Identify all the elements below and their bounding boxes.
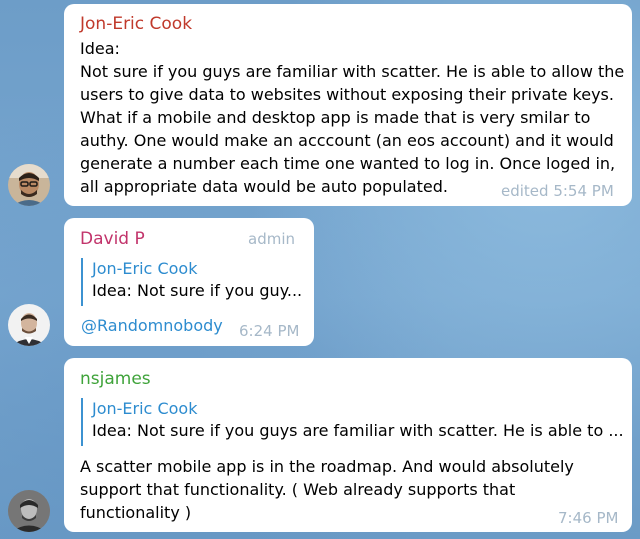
message-line: all appropriate data would be auto popul…	[80, 177, 448, 196]
message-line: users to give data to websites without e…	[80, 85, 614, 104]
message-line: functionality )	[80, 503, 192, 522]
reply-sender: Jon-Eric Cook	[92, 399, 198, 418]
message-sender[interactable]: David P	[80, 229, 145, 249]
message-line: Idea:	[80, 39, 120, 58]
avatar-nsjames[interactable]	[8, 490, 50, 532]
reply-preview: Idea: Not sure if you guys are familiar …	[92, 421, 624, 440]
message-line: support that functionality. ( Web alread…	[80, 480, 516, 499]
message-line: generate a number each time one wanted t…	[80, 154, 616, 173]
reply-quote[interactable]: Jon-Eric Cook Idea: Not sure if you guys…	[81, 398, 624, 446]
message-line: What if a mobile and desktop app is made…	[80, 108, 591, 127]
avatar-jon-eric-cook[interactable]	[8, 164, 50, 206]
message-line: A scatter mobile app is in the roadmap. …	[80, 457, 574, 476]
message-timestamp: 7:46 PM	[558, 509, 619, 527]
reply-sender: Jon-Eric Cook	[92, 259, 198, 278]
admin-badge: admin	[248, 230, 295, 248]
message-timestamp: edited 5:54 PM	[501, 182, 614, 200]
message-bubble[interactable]: nsjames Jon-Eric Cook Idea: Not sure if …	[64, 358, 632, 532]
message-timestamp: 6:24 PM	[239, 322, 300, 340]
message-bubble[interactable]: Jon-Eric Cook Idea: Not sure if you guys…	[64, 4, 632, 206]
message-line: Not sure if you guys are familiar with s…	[80, 62, 625, 81]
user-mention-link[interactable]: @Randomnobody	[81, 316, 223, 335]
message-sender[interactable]: nsjames	[80, 369, 151, 389]
message-bubble[interactable]: David P admin Jon-Eric Cook Idea: Not su…	[64, 218, 314, 346]
message-sender[interactable]: Jon-Eric Cook	[80, 14, 192, 34]
avatar-david-p[interactable]	[8, 304, 50, 346]
reply-preview: Idea: Not sure if you guy...	[92, 281, 303, 300]
reply-quote[interactable]: Jon-Eric Cook Idea: Not sure if you guy.…	[81, 258, 303, 306]
message-line: authy. One would make an acccount (an eo…	[80, 131, 614, 150]
